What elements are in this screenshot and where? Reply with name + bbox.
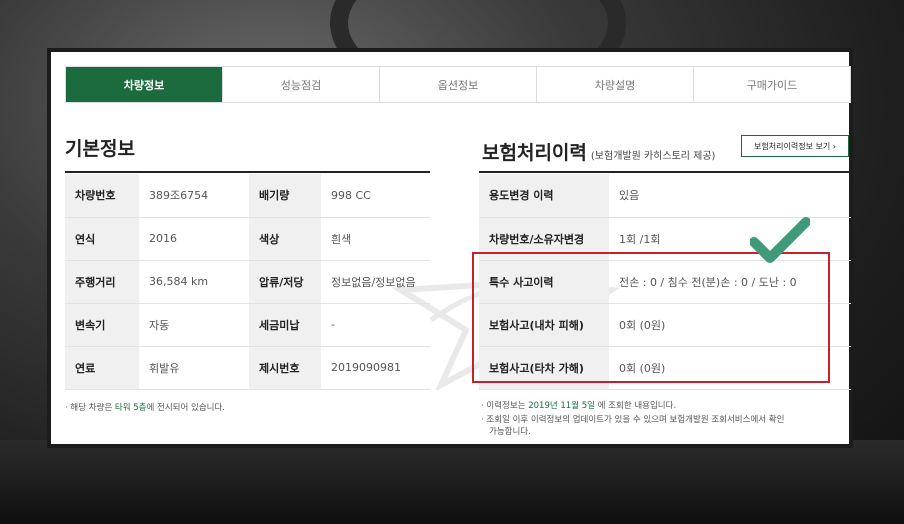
insurance-history-heading: 보험처리이력 [482,142,587,164]
value-own-damage: 0회 (0원) [609,303,851,347]
label-own-damage: 보험사고(내차 피해) [479,303,609,347]
label-usage-change: 용도변경 이력 [479,174,609,218]
basic-info-table: 차량번호 389조6754 배기량 998 CC 연식 2016 색상 흰색 주… [65,174,430,390]
label-vehicle-number: 차량번호 [65,174,139,218]
value-transmission: 자동 [139,303,249,347]
table-row: 변속기 자동 세금미납 - [65,303,430,347]
value-usage-change: 있음 [609,174,851,218]
label-displacement: 배기량 [249,174,321,218]
insurance-note-date: · 이력정보는 2019년 11월 5일 에 조회한 내용입니다. [481,400,676,412]
label-listing-number: 제시번호 [249,346,321,390]
value-color: 흰색 [321,217,430,261]
car-seat-background [0,440,904,524]
tab-bar: 차량정보 성능점검 옵션정보 차량설명 구매가이드 [65,66,851,103]
value-owner-change: 1회 /1회 [609,217,851,261]
value-mileage: 36,584 km [139,260,249,304]
insurance-history-subtitle: (보험개발원 카히스토리 제공) [590,151,716,162]
tab-performance-check[interactable]: 성능점검 [223,67,380,102]
note-text: · 이력정보는 [481,401,529,411]
tab-vehicle-info[interactable]: 차량정보 [66,67,223,102]
insurance-history-title: 보험처리이력 (보험개발원 카히스토리 제공) [482,138,715,165]
value-year: 2016 [139,217,249,261]
value-unpaid-tax: - [321,303,430,347]
value-fuel: 휘발유 [139,346,249,390]
view-insurance-history-button[interactable]: 보험처리이력정보 보기 › [741,135,849,157]
display-location-note: · 해당 차량은 타워 5층에 전시되어 있습니다. [65,402,225,414]
value-listing-number: 2019090981 [321,346,430,390]
table-row: 보험사고(타차 가해) 0회 (0원) [479,346,851,390]
insurance-note-update: · 조회일 이후 이력정보의 업데이트가 있을 수 있으며 보험개발원 조회서비… [481,414,784,438]
value-special-accident: 전손 : 0 / 침수 전(분)손 : 0 / 도난 : 0 [609,260,851,304]
table-row: 용도변경 이력 있음 [479,174,851,218]
table-row: 연료 휘발유 제시번호 2019090981 [65,346,430,390]
label-seizure-mortgage: 압류/저당 [249,260,321,304]
insurance-history-table: 용도변경 이력 있음 차량번호/소유자변경 1회 /1회 특수 사고이력 전손 … [479,174,851,390]
table-row: 연식 2016 색상 흰색 [65,217,430,261]
value-seizure-mortgage: 정보없음/정보없음 [321,260,430,304]
note-text: 에 조회한 내용입니다. [594,401,677,411]
table-row: 보험사고(내차 피해) 0회 (0원) [479,303,851,347]
note-text: · 조회일 이후 이력정보의 업데이트가 있을 수 있으며 보험개발원 조회서비… [481,415,785,425]
value-displacement: 998 CC [321,174,430,218]
tab-vehicle-description[interactable]: 차량설명 [537,67,694,102]
table-row: 차량번호 389조6754 배기량 998 CC [65,174,430,218]
tab-purchase-guide[interactable]: 구매가이드 [694,67,850,102]
label-unpaid-tax: 세금미납 [249,303,321,347]
note-text: 에 전시되어 있습니다. [146,403,226,413]
label-other-damage: 보험사고(타차 가해) [479,346,609,390]
note-text: 가능합니다. [489,427,531,437]
value-vehicle-number: 389조6754 [139,174,249,218]
label-owner-change: 차량번호/소유자변경 [479,217,609,261]
vehicle-info-panel: 차량정보 성능점검 옵션정보 차량설명 구매가이드 기본정보 차량번호 389조… [47,48,853,448]
label-special-accident: 특수 사고이력 [479,260,609,304]
tab-options[interactable]: 옵션정보 [380,67,537,102]
insurance-divider [479,171,851,173]
label-fuel: 연료 [65,346,139,390]
table-row: 특수 사고이력 전손 : 0 / 침수 전(분)손 : 0 / 도난 : 0 [479,260,851,304]
label-color: 색상 [249,217,321,261]
label-mileage: 주행거리 [65,260,139,304]
note-text: · 해당 차량은 [65,403,115,413]
basic-info-title: 기본정보 [65,138,135,160]
note-highlight: 2019년 11월 5일 [528,401,595,411]
table-row: 주행거리 36,584 km 압류/저당 정보없음/정보없음 [65,260,430,304]
basic-info-divider [65,171,430,173]
note-highlight: 타워 5층 [114,403,147,413]
value-other-damage: 0회 (0원) [609,346,851,390]
label-transmission: 변속기 [65,303,139,347]
label-year: 연식 [65,217,139,261]
checkmark-icon [750,217,810,263]
